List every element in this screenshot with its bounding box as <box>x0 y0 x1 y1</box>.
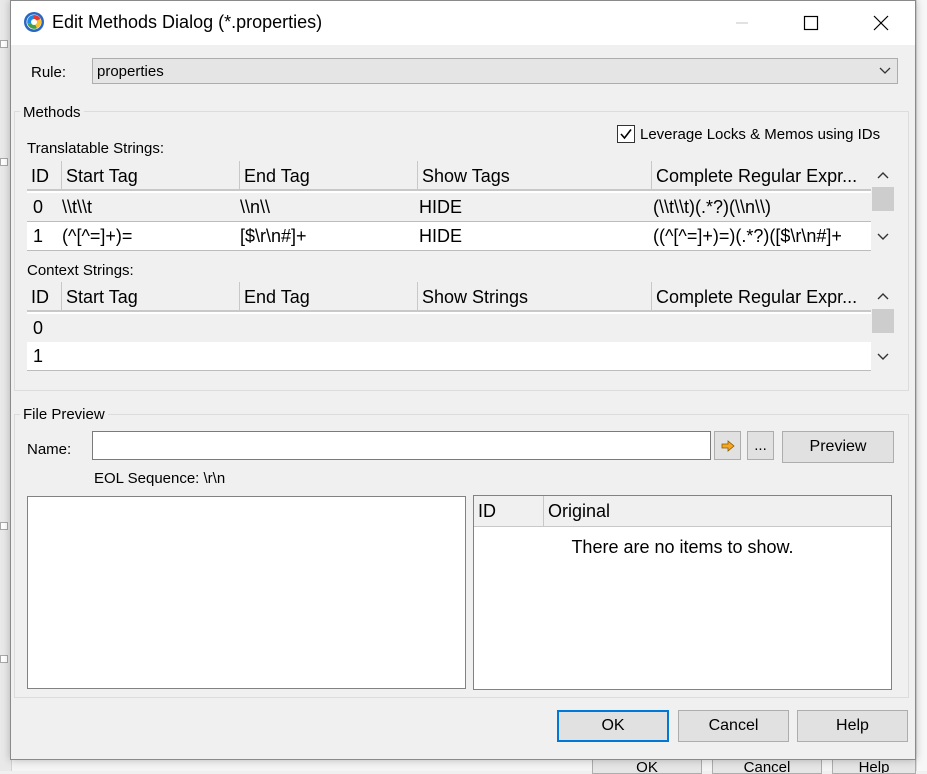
table-row[interactable]: 1 <box>27 342 871 371</box>
scroll-down-button[interactable] <box>871 347 895 367</box>
scrollbar-thumb[interactable] <box>872 187 894 211</box>
cell-id: 1 <box>33 346 44 366</box>
rule-label: Rule: <box>31 64 67 81</box>
minimize-button[interactable] <box>719 1 765 45</box>
go-button[interactable] <box>714 431 741 460</box>
close-button[interactable] <box>858 1 904 45</box>
cell-start-tag: \\t\\t <box>62 197 93 217</box>
context-vertical-scrollbar[interactable] <box>871 282 895 371</box>
column-header-start-tag[interactable]: Start Tag <box>62 282 240 312</box>
list-header: ID Original <box>474 496 891 527</box>
column-header-complete-regex[interactable]: Complete Regular Expr... <box>652 161 871 191</box>
tree-expander-icon <box>0 158 8 166</box>
scroll-down-button[interactable] <box>871 227 895 247</box>
scrollbar-thumb[interactable] <box>872 309 894 333</box>
grid-header: ID Start Tag End Tag Show Strings Comple… <box>27 282 871 312</box>
cell-end-tag: [$\r\n#]+ <box>240 226 307 246</box>
name-label: Name: <box>27 441 72 458</box>
scroll-up-button[interactable] <box>871 165 895 185</box>
cell-end-tag: \\n\\ <box>240 197 271 217</box>
close-icon <box>873 15 889 31</box>
column-header-id[interactable]: ID <box>474 496 544 527</box>
methods-group-title: Methods <box>20 104 84 121</box>
file-preview-text-area[interactable] <box>27 496 466 689</box>
checkmark-icon <box>620 129 632 140</box>
translatable-strings-grid[interactable]: ID Start Tag End Tag Show Tags Complete … <box>27 161 871 251</box>
column-header-start-tag[interactable]: Start Tag <box>62 161 240 191</box>
column-header-complete-regex[interactable]: Complete Regular Expr... <box>652 282 871 312</box>
chevron-down-icon <box>877 233 889 240</box>
tree-expander-icon <box>0 40 8 48</box>
chevron-up-icon <box>877 172 889 179</box>
edit-methods-dialog: Edit Methods Dialog (*.properties) Rule:… <box>10 0 916 760</box>
eol-sequence-label: EOL Sequence: \r\n <box>94 470 226 487</box>
scroll-up-button[interactable] <box>871 286 895 306</box>
chevron-down-icon <box>877 353 889 360</box>
cancel-button[interactable]: Cancel <box>678 710 789 742</box>
table-row[interactable]: 1 (^[^=]+)= [$\r\n#]+ HIDE ((^[^=]+)=)(.… <box>27 222 871 251</box>
cell-complete-regex: ((^[^=]+)=)(.*?)([$\r\n#]+ <box>653 226 842 246</box>
grid-header: ID Start Tag End Tag Show Tags Complete … <box>27 161 871 191</box>
leverage-label[interactable]: Leverage Locks & Memos using IDs <box>640 126 880 143</box>
column-header-show-tags[interactable]: Show Tags <box>418 161 652 191</box>
context-strings-grid[interactable]: ID Start Tag End Tag Show Strings Comple… <box>27 282 871 371</box>
maximize-button[interactable] <box>788 1 834 45</box>
app-icon <box>24 12 44 32</box>
table-row[interactable]: 0 <box>27 314 871 343</box>
rule-select[interactable]: properties <box>92 58 898 84</box>
empty-list-message: There are no items to show. <box>571 537 794 557</box>
cell-complete-regex: (\\t\\t)(.*?)(\\n\\) <box>653 197 772 217</box>
rule-select-value: properties <box>97 63 164 80</box>
background-edge <box>916 0 927 771</box>
preview-items-list[interactable]: ID Original There are no items to show. <box>473 495 892 690</box>
preview-button[interactable]: Preview <box>782 431 894 463</box>
minimize-icon <box>736 22 748 24</box>
help-button[interactable]: Help <box>797 710 908 742</box>
cell-show-tags: HIDE <box>419 197 463 217</box>
context-strings-label: Context Strings: <box>27 262 134 279</box>
column-header-original[interactable]: Original <box>544 496 891 527</box>
column-header-show-strings[interactable]: Show Strings <box>418 282 652 312</box>
tree-expander-icon <box>0 522 8 530</box>
cell-show-tags: HIDE <box>419 226 463 246</box>
title-bar[interactable]: Edit Methods Dialog (*.properties) <box>11 1 915 45</box>
chevron-up-icon <box>877 293 889 300</box>
column-header-id[interactable]: ID <box>27 161 62 191</box>
column-header-id[interactable]: ID <box>27 282 62 312</box>
browse-button[interactable]: ... <box>747 431 774 460</box>
cell-id: 0 <box>33 318 44 338</box>
file-preview-group-title: File Preview <box>20 406 108 423</box>
tree-expander-icon <box>0 655 8 663</box>
column-header-end-tag[interactable]: End Tag <box>240 161 418 191</box>
cell-start-tag: (^[^=]+)= <box>62 226 133 246</box>
translatable-strings-label: Translatable Strings: <box>27 140 165 157</box>
table-row[interactable]: 0 \\t\\t \\n\\ HIDE (\\t\\t)(.*?)(\\n\\) <box>27 193 871 222</box>
leverage-checkbox[interactable] <box>617 125 635 143</box>
maximize-icon <box>803 15 819 31</box>
name-field[interactable] <box>92 431 711 460</box>
column-header-end-tag[interactable]: End Tag <box>240 282 418 312</box>
ok-button[interactable]: OK <box>557 710 669 742</box>
chevron-down-icon <box>879 67 891 74</box>
window-title: Edit Methods Dialog (*.properties) <box>52 12 323 32</box>
arrow-right-icon <box>721 439 735 452</box>
translatable-vertical-scrollbar[interactable] <box>871 161 895 251</box>
